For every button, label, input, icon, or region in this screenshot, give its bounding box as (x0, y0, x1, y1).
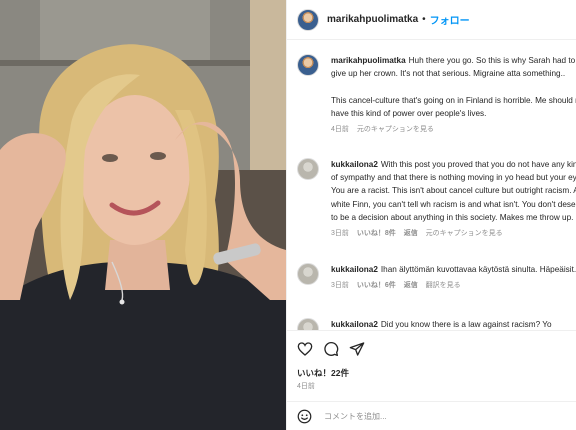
comment-item: kukkailona2 Ihan älyttömän kuvottavaa käy… (297, 263, 576, 292)
caption-comment: marikahpuolimatka Huh there you go. So th… (297, 54, 576, 136)
heart-icon[interactable] (297, 341, 313, 357)
comment-username[interactable]: marikahpuolimatka (331, 56, 406, 65)
post-header: marikahpuolimatka • フォロー (287, 0, 576, 40)
reply-button[interactable]: 返信 (404, 230, 418, 237)
author-username[interactable]: marikahpuolimatka (327, 14, 418, 25)
commenter-avatar[interactable] (297, 158, 319, 180)
comment-username[interactable]: kukkailona2 (331, 320, 378, 329)
woman-photo-illustration (0, 0, 286, 430)
reply-button[interactable]: 返信 (404, 282, 418, 289)
author-avatar[interactable] (297, 8, 319, 31)
emoji-icon[interactable] (297, 409, 312, 424)
comment-text: Huh there you go. So this is why Sarah h… (331, 56, 576, 118)
comment-username[interactable]: kukkailona2 (331, 265, 378, 274)
comment-meta: 4日前 元のキャプションを見る (331, 123, 576, 136)
post-age: 4日前 (297, 383, 315, 390)
see-original-caption-link[interactable]: 元のキャプションを見る (357, 126, 434, 133)
comment-username[interactable]: kukkailona2 (331, 160, 378, 169)
likes-count[interactable]: いいね！22件 (297, 367, 349, 379)
author-avatar[interactable] (297, 54, 319, 76)
action-icons (297, 341, 375, 357)
comment-input[interactable]: コメントを追加... (324, 411, 387, 422)
comment-meta: 3日前 いいね！6件 返信 翻訳を見る (331, 279, 576, 292)
see-original-caption-link[interactable]: 元のキャプションを見る (426, 230, 503, 237)
comment-likes[interactable]: いいね！6件 (357, 282, 396, 289)
post-photo (0, 0, 286, 430)
comment-time: 3日前 (331, 282, 349, 290)
share-icon[interactable] (349, 341, 365, 357)
comment-meta: 3日前 いいね！8件 返信 元のキャプションを見る (331, 227, 576, 240)
add-comment-bar: コメントを追加... (287, 401, 576, 430)
follow-button[interactable]: フォロー (430, 12, 470, 27)
post-actions: いいね！22件 4日前 コメントを追加... (287, 330, 576, 430)
comment-time: 4日前 (331, 126, 349, 134)
header-separator: • (422, 14, 426, 25)
comment-time: 3日前 (331, 230, 349, 238)
comment-item: kukkailona2 With this post you proved tha… (297, 158, 576, 240)
comment-likes[interactable]: いいね！8件 (357, 230, 396, 237)
see-translation-link[interactable]: 翻訳を見る (426, 282, 461, 289)
post-side-panel: marikahpuolimatka • フォロー marikahpuolimat… (286, 0, 576, 430)
comment-text: Ihan älyttömän kuvottavaa käytöstä sinul… (380, 265, 576, 274)
comment-icon[interactable] (323, 341, 339, 357)
comment-text: Did you know there is a law against raci… (380, 320, 552, 329)
commenter-avatar[interactable] (297, 263, 319, 285)
comment-text: With this post you proved that you do no… (331, 160, 576, 222)
